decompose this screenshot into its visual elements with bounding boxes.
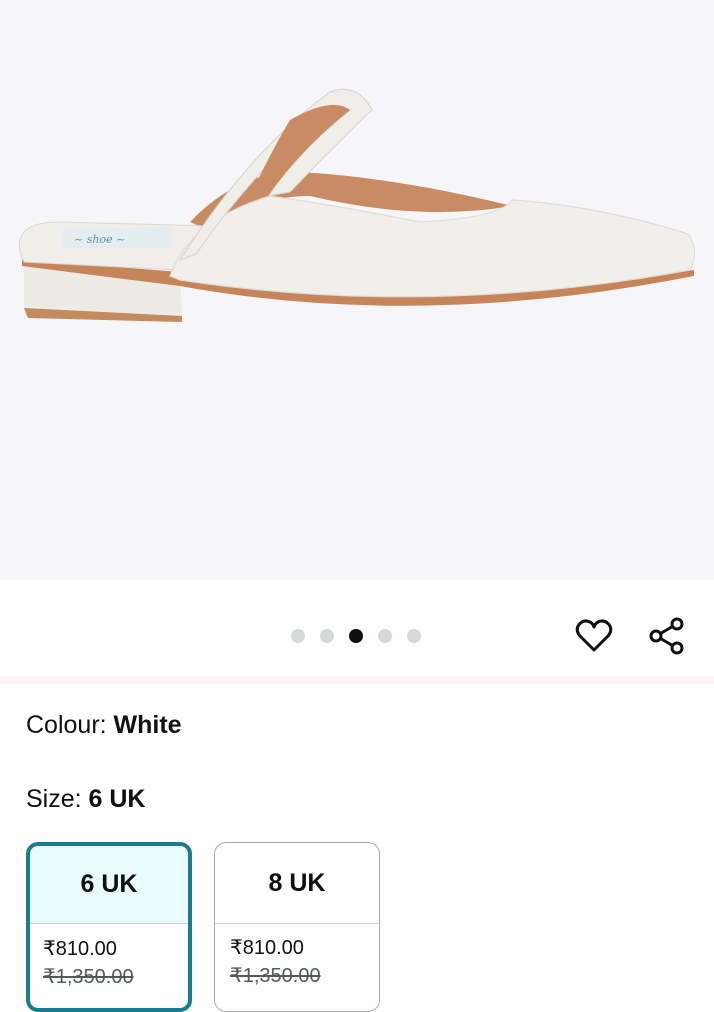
size-option-mrp: ₹1,350.00 (43, 966, 134, 988)
size-option-8uk[interactable]: 8 UK ₹810.00 ₹1,350.00 (214, 842, 380, 1012)
size-label: Size: (26, 785, 89, 813)
colour-value: White (113, 711, 182, 739)
carousel-dot-active[interactable] (349, 629, 363, 643)
heart-icon (575, 619, 613, 652)
carousel-dot[interactable] (291, 629, 305, 643)
colour-label: Colour: (26, 711, 114, 739)
carousel-dot[interactable] (407, 629, 421, 643)
carousel-dot[interactable] (320, 629, 334, 643)
size-selection: Size: 6 UK (26, 784, 146, 814)
colour-selection: Colour: White (26, 710, 182, 740)
section-divider (0, 676, 714, 684)
size-value: 6 UK (88, 785, 146, 813)
size-option-label: 6 UK (30, 846, 188, 924)
wishlist-button[interactable] (574, 616, 614, 656)
size-option-price: ₹810.00 (43, 938, 117, 960)
share-icon (649, 617, 684, 655)
svg-text:~ shoe ~: ~ shoe ~ (74, 233, 125, 246)
carousel-indicator[interactable] (291, 629, 421, 643)
size-option-6uk[interactable]: 6 UK ₹810.00 ₹1,350.00 (26, 842, 192, 1012)
product-image[interactable]: ~ shoe ~ (0, 0, 714, 580)
size-option-mrp: ₹1,350.00 (230, 965, 321, 987)
size-option-label: 8 UK (215, 843, 379, 924)
gallery-controls (0, 580, 714, 676)
carousel-dot[interactable] (378, 629, 392, 643)
size-option-price: ₹810.00 (230, 937, 304, 959)
product-image-gallery[interactable]: ~ shoe ~ (0, 0, 714, 580)
share-button[interactable] (647, 616, 687, 656)
